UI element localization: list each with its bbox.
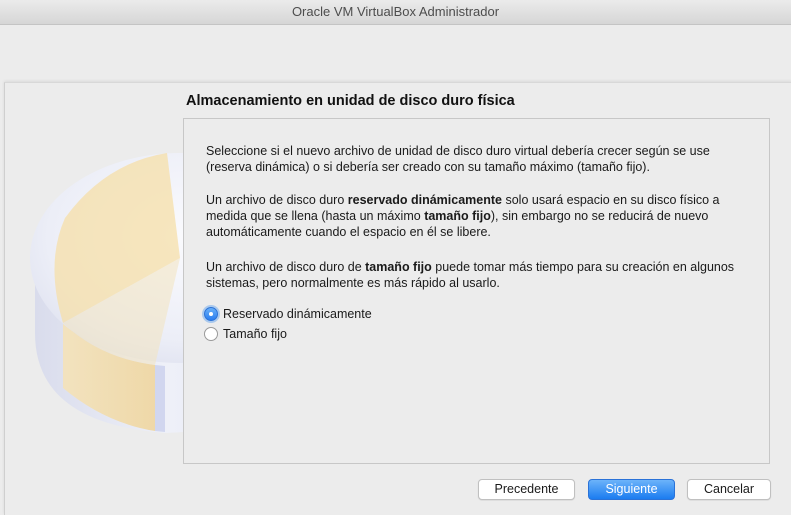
description-paragraph: Seleccione si el nuevo archivo de unidad… [206, 144, 710, 174]
option-label: Tamaño fijo [223, 327, 287, 341]
fixed-explanation-paragraph: Un archivo de disco duro de tamaño fijo … [206, 259, 751, 291]
page-title: Almacenamiento en unidad de disco duro f… [186, 93, 515, 109]
text-segment: Un archivo de disco duro de [206, 260, 366, 274]
window-title: Oracle VM VirtualBox Administrador [0, 0, 791, 25]
wizard-sheet: Almacenamiento en unidad de disco duro f… [4, 82, 791, 515]
radio-button-selected[interactable] [204, 307, 218, 321]
option-fixed[interactable]: Tamaño fijo [204, 325, 287, 343]
emphasis-fixed-size: tamaño fijo [424, 209, 491, 223]
dynamic-explanation-paragraph: Un archivo de disco duro reservado dinám… [206, 192, 751, 240]
option-dynamic[interactable]: Reservado dinámicamente [204, 305, 372, 323]
emphasis-fixed-size: tamaño fijo [365, 260, 432, 274]
back-button[interactable]: Precedente [478, 479, 575, 500]
emphasis-dynamic: reservado dinámicamente [347, 193, 502, 207]
radio-button[interactable] [204, 327, 218, 341]
content-panel: Seleccione si el nuevo archivo de unidad… [183, 118, 770, 464]
cancel-button[interactable]: Cancelar [687, 479, 771, 500]
next-button[interactable]: Siguiente [588, 479, 675, 500]
text-segment: Un archivo de disco duro [206, 193, 348, 207]
option-label: Reservado dinámicamente [223, 307, 372, 321]
background-area [0, 25, 791, 81]
